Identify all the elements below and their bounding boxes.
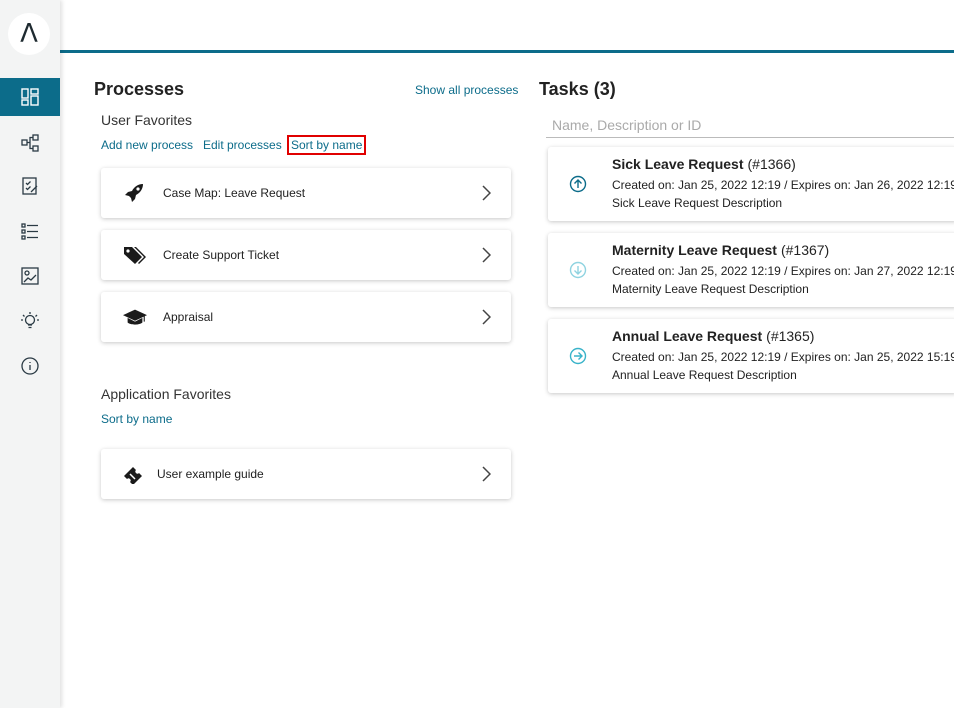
task-dates: Created on: Jan 25, 2022 12:19 / Expires… (612, 178, 954, 192)
user-favorites-title: User Favorites (101, 112, 193, 128)
application-favorites-title: Application Favorites (101, 386, 231, 402)
add-new-process-link[interactable]: Add new process (101, 138, 193, 152)
task-name: Sick Leave Request (#1366) (612, 156, 796, 172)
chevron-right-icon (482, 247, 491, 263)
process-tree-icon (21, 134, 39, 152)
process-card-support-ticket[interactable]: Create Support Ticket (101, 230, 511, 280)
task-card-sick-leave[interactable]: Sick Leave Request (#1366) Created on: Ja… (548, 147, 954, 221)
nav-statistics[interactable] (0, 257, 60, 295)
arrow-right-circle-icon (569, 347, 587, 365)
nav-info[interactable] (0, 347, 60, 385)
tasks-title: Tasks (3) (539, 79, 616, 99)
rocket-icon (125, 184, 143, 202)
chevron-right-icon (482, 185, 491, 201)
nav-dashboard[interactable] (0, 78, 60, 116)
process-card-user-guide[interactable]: User example guide (101, 449, 511, 499)
task-id: (#1365) (766, 328, 815, 344)
process-label: Case Map: Leave Request (163, 186, 306, 200)
tags-icon (124, 247, 146, 264)
sidebar: Λ (0, 0, 60, 708)
show-all-processes-link[interactable]: Show all processes (415, 83, 518, 97)
checklist-edit-icon (22, 177, 38, 195)
nav-tasks[interactable] (0, 167, 60, 205)
sort-by-name-link[interactable]: Sort by name (286, 135, 367, 155)
graduation-cap-icon (123, 309, 147, 325)
task-description: Sick Leave Request Description (612, 196, 783, 210)
task-name: Maternity Leave Request (#1367) (612, 242, 830, 258)
edit-processes-link[interactable]: Edit processes (203, 138, 282, 152)
task-description: Annual Leave Request Description (612, 368, 797, 382)
task-search-input[interactable]: Name, Description or ID (546, 114, 954, 138)
task-id: (#1367) (780, 242, 830, 258)
info-icon (21, 357, 39, 375)
chevron-right-icon (482, 466, 491, 482)
task-card-annual-leave[interactable]: Annual Leave Request (#1365) Created on: … (548, 319, 954, 393)
chevron-right-icon (482, 309, 491, 325)
top-bar (60, 0, 954, 53)
process-card-case-map[interactable]: Case Map: Leave Request (101, 168, 511, 218)
arrow-up-circle-icon (569, 175, 587, 193)
nav-processes-ideas[interactable] (0, 302, 60, 340)
task-card-maternity-leave[interactable]: Maternity Leave Request (#1367) Created o… (548, 233, 954, 307)
nav-cases[interactable] (0, 212, 60, 250)
process-label: User example guide (157, 467, 264, 481)
task-dates: Created on: Jan 25, 2022 12:19 / Expires… (612, 264, 954, 278)
arrow-down-circle-icon (569, 261, 587, 279)
task-dates: Created on: Jan 25, 2022 12:19 / Expires… (612, 350, 954, 364)
task-description: Maternity Leave Request Description (612, 282, 809, 296)
task-id: (#1366) (747, 156, 796, 172)
app-logo[interactable]: Λ (8, 13, 50, 55)
statistics-icon (21, 267, 39, 285)
process-label: Appraisal (163, 310, 214, 324)
process-label: Create Support Ticket (163, 248, 280, 262)
dashboard-icon (21, 88, 39, 106)
ticket-icon (124, 467, 142, 484)
nav-processes[interactable] (0, 124, 60, 162)
lightbulb-icon (21, 312, 39, 329)
app-sort-by-name-link[interactable]: Sort by name (101, 412, 172, 426)
list-icon (21, 223, 38, 240)
task-name: Annual Leave Request (#1365) (612, 328, 815, 344)
process-card-appraisal[interactable]: Appraisal (101, 292, 511, 342)
processes-title: Processes (94, 79, 185, 99)
